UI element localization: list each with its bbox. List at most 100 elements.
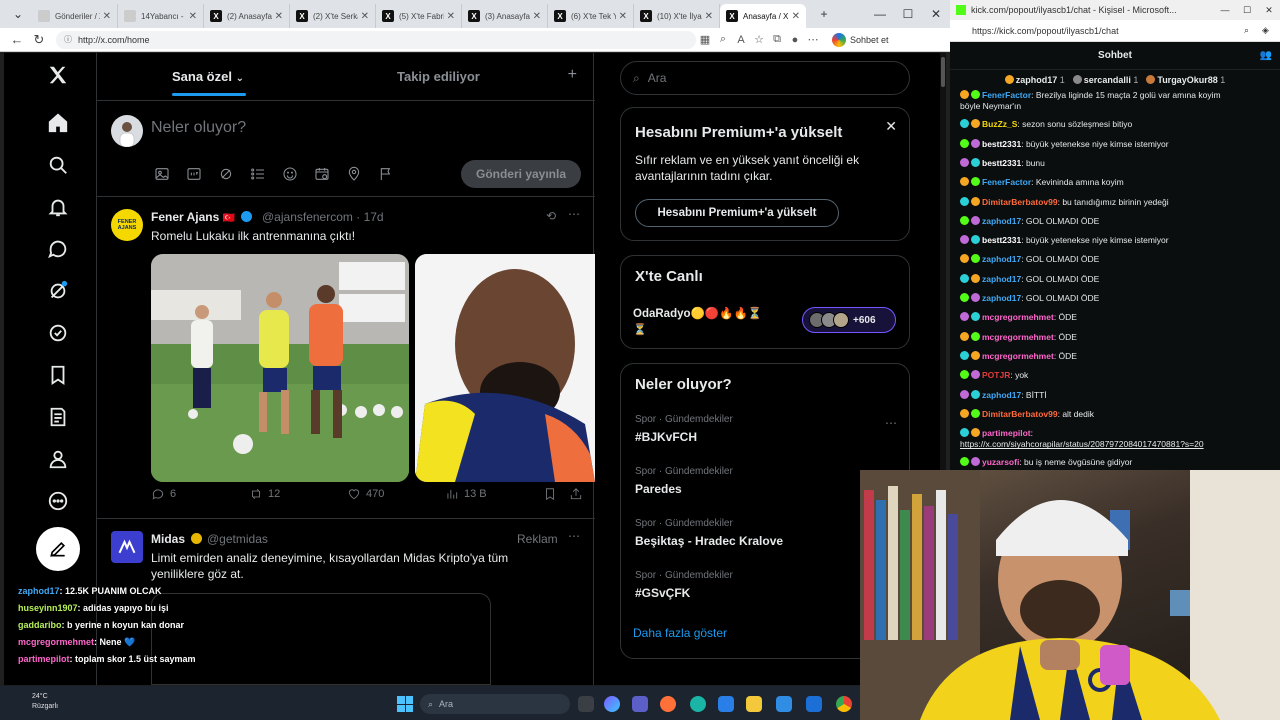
kick-zoom-icon[interactable]: ⌕ [1244, 25, 1262, 36]
tweet-card[interactable]: FENER AJANS Fener Ajans 🇹🇷 @ajansfenerco… [97, 197, 595, 519]
ad-handle[interactable]: @getmidas [207, 532, 268, 546]
top-gifter[interactable]: sercandalli 1 [1072, 75, 1138, 85]
kick-users-icon[interactable]: 👥 [1260, 50, 1272, 61]
chat-username[interactable]: bestt2331 [982, 139, 1021, 149]
store-icon[interactable] [718, 696, 734, 712]
chat-username[interactable]: mcgregormehmet [982, 312, 1054, 322]
scrollbar-thumb[interactable] [941, 57, 945, 87]
maximize-button[interactable]: ☐ [894, 7, 922, 21]
grok-explain-icon[interactable]: ⟲ [546, 209, 556, 223]
browser-tab[interactable]: X (10) X'te İlyas ✕ [634, 4, 720, 28]
browser-tab[interactable]: X (5) X'te Fabric✕ [376, 4, 462, 28]
close-tab-icon[interactable]: ✕ [103, 11, 111, 22]
chat-username[interactable]: BuzZz_S [982, 119, 1017, 129]
browser-tab[interactable]: X (3) Anasayfa / ✕ [462, 4, 548, 28]
midas-avatar[interactable] [111, 531, 143, 563]
close-tab-icon[interactable]: ✕ [533, 11, 541, 22]
task-view-icon[interactable] [578, 696, 594, 712]
new-tab-button[interactable]: + [810, 7, 838, 21]
kick-maximize-button[interactable]: ☐ [1236, 5, 1258, 16]
image-icon[interactable] [153, 165, 171, 183]
chat-username[interactable]: mcgregormehmet [982, 332, 1054, 342]
tweet-handle[interactable]: @ajansfenercom · 17d [262, 210, 384, 224]
user-avatar[interactable] [111, 115, 143, 147]
chat-username[interactable]: DimitarBerbatov99 [982, 409, 1058, 419]
top-gifter[interactable]: TurgayOkur88 1 [1146, 75, 1225, 85]
chat-link[interactable]: https://x.com/siyahcorapilar/status/2087… [960, 439, 1274, 450]
ad-author[interactable]: Midas [151, 532, 203, 546]
chrome-icon[interactable] [836, 696, 852, 712]
x-logo-icon[interactable] [46, 63, 70, 87]
tab-actions-icon[interactable]: ⌄ [4, 7, 32, 21]
chat-username[interactable]: zaphod17 [982, 274, 1021, 284]
grok-compose-icon[interactable] [217, 165, 235, 183]
kick-close-button[interactable]: ✕ [1258, 5, 1280, 16]
x-search-input[interactable]: ⌕ Ara [620, 61, 910, 95]
close-tab-icon[interactable]: ✕ [619, 11, 627, 22]
fener-ajans-avatar[interactable]: FENER AJANS [111, 209, 143, 241]
browser-tab[interactable]: X (2) X'te Serka ✕ [290, 4, 376, 28]
like-button[interactable]: 470 [347, 487, 384, 501]
browser-tab[interactable]: 14Yabancı - X✕ [118, 4, 204, 28]
chat-username[interactable]: zaphod17 [982, 216, 1021, 226]
more-icon[interactable]: ⋯ [804, 33, 822, 46]
back-arrow-icon[interactable]: ← [6, 32, 28, 47]
profile-icon[interactable]: ● [786, 34, 804, 46]
kick-address-bar[interactable]: https://kick.com/popout/ilyascb1/chat ⌕ … [950, 20, 1280, 42]
browser-tab[interactable]: X (2) Anasayfa / ✕ [204, 4, 290, 28]
chat-username[interactable]: POTJR [982, 370, 1010, 380]
bookmarks-icon[interactable] [46, 363, 70, 387]
zoom-icon[interactable]: ⌕ [714, 33, 732, 46]
vscode-icon[interactable] [806, 696, 822, 712]
chat-username[interactable]: DimitarBerbatov99 [982, 197, 1058, 207]
chat-username[interactable]: FenerFactor [982, 177, 1031, 187]
address-bar[interactable]: ⓘ http://x.com/home [56, 30, 696, 49]
kick-minimize-button[interactable]: — [1214, 5, 1236, 15]
teams-icon[interactable] [632, 696, 648, 712]
firefox-icon[interactable] [660, 696, 676, 712]
post-button[interactable]: Gönderi yayınla [461, 160, 581, 188]
close-tab-icon[interactable]: ✕ [447, 11, 455, 22]
profile-icon[interactable] [46, 447, 70, 471]
show-more-link[interactable]: Daha fazla göster [633, 626, 727, 640]
read-aloud-icon[interactable]: A [732, 34, 750, 46]
live-host[interactable]: OdaRadyo🟡🔴🔥🔥⏳ [633, 306, 762, 320]
file-explorer-icon[interactable] [746, 696, 762, 712]
chat-username[interactable]: partimepilot [982, 428, 1031, 438]
chat-username[interactable]: zaphod17 [982, 390, 1021, 400]
tweet-image-portrait[interactable] [415, 254, 595, 482]
bookmark-button[interactable] [543, 487, 557, 501]
tab-following[interactable]: Takip ediliyor [397, 69, 480, 84]
messages-icon[interactable] [46, 237, 70, 261]
browser-tab[interactable]: X (6) X'te Tek Yo✕ [548, 4, 634, 28]
close-tab-icon[interactable]: ✕ [792, 11, 800, 22]
edge-icon[interactable] [690, 696, 706, 712]
copilot-taskbar-icon[interactable] [604, 696, 620, 712]
collections-icon[interactable]: ⧉ [768, 33, 786, 46]
trend-more-icon[interactable]: ⋯ [885, 416, 897, 430]
ad-more-icon[interactable]: ⋯ [568, 529, 580, 543]
search-icon[interactable] [46, 153, 70, 177]
reply-button[interactable]: 6 [151, 487, 176, 501]
live-listeners-pill[interactable]: +606 [802, 307, 896, 333]
add-column-icon[interactable]: + [568, 66, 577, 84]
tab-for-you[interactable]: Sana özel ⌄ [172, 69, 244, 84]
notifications-bell-icon[interactable] [46, 195, 70, 219]
copilot-button[interactable]: Sohbet et [832, 32, 889, 47]
close-tab-icon[interactable]: ✕ [189, 11, 197, 22]
premium-upgrade-button[interactable]: Hesabını Premium+'a yükselt [635, 199, 839, 227]
taskbar-search[interactable]: ⌕ Ara [420, 694, 570, 714]
emoji-icon[interactable] [281, 165, 299, 183]
weather-widget[interactable]: 24°C Rüzgarlı [32, 692, 58, 712]
share-button[interactable] [569, 487, 583, 501]
poll-icon[interactable] [249, 165, 267, 183]
browser-tab[interactable]: Gönderiler / X ✕ [32, 4, 118, 28]
views-button[interactable]: 13 B [445, 487, 487, 501]
chat-username[interactable]: bestt2331 [982, 158, 1021, 168]
mail-icon[interactable] [776, 696, 792, 712]
compose-post-button[interactable] [36, 527, 80, 571]
tweet-author[interactable]: Fener Ajans 🇹🇷 [151, 210, 253, 224]
close-icon[interactable]: ✕ [885, 118, 897, 135]
close-tab-icon[interactable]: ✕ [275, 11, 283, 22]
home-icon[interactable] [46, 111, 70, 135]
